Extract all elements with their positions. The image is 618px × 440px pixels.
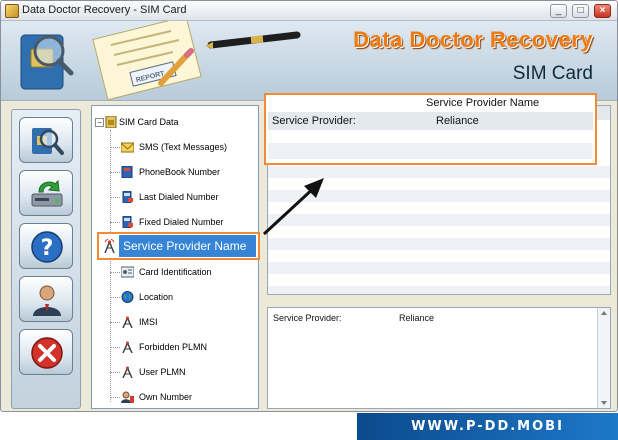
tree-label: SIM Card Data (119, 117, 179, 127)
grid-scrollbar-corner[interactable] (596, 106, 610, 120)
tree-item-last-dialed[interactable]: Last Dialed Number (92, 187, 258, 207)
header-banner: REPORT Data Doctor Recovery SIM Card (1, 21, 617, 101)
tower-icon (122, 341, 133, 353)
globe-icon (121, 291, 134, 303)
exit-button[interactable] (19, 329, 73, 375)
tree-label: Own Number (139, 392, 193, 402)
grid-row (268, 286, 610, 294)
detail-key: Service Provider: (273, 313, 342, 323)
tree-label: SMS (Text Messages) (139, 142, 228, 152)
banner-illustration: REPORT (20, 21, 301, 100)
tree-label: Forbidden PLMN (139, 342, 208, 352)
tree-item-forbidden-plmn[interactable]: Forbidden PLMN (92, 337, 258, 357)
phone-icon (122, 191, 133, 203)
grid-row (268, 250, 610, 262)
detail-scrollbar[interactable] (597, 308, 610, 408)
sim-magnifier-icon (32, 128, 64, 155)
save-drive-icon (31, 179, 63, 207)
help-icon: ? (31, 231, 63, 263)
tree-root-sim-card-data[interactable]: − SIM Card Data (92, 112, 258, 132)
cell-value: Reliance (436, 115, 479, 127)
scroll-up-icon[interactable] (601, 311, 607, 315)
about-button[interactable] (19, 276, 73, 322)
sim-card-icon (105, 116, 117, 128)
tree-item-card-identification[interactable]: Card Identification (92, 262, 258, 282)
brand-title: Data Doctor Recovery (353, 27, 593, 52)
tree-label: User PLMN (139, 367, 186, 377)
detail-textbox[interactable]: Service Provider: Reliance (267, 307, 611, 409)
tree-label: PhoneBook Number (139, 167, 221, 177)
tree-item-imsi[interactable]: IMSI (92, 312, 258, 332)
tree-item-service-provider-name[interactable]: Service Provider Name (97, 232, 260, 260)
maximize-button[interactable]: □ (572, 4, 589, 18)
tree-label: Last Dialed Number (139, 192, 219, 202)
column-header[interactable]: Service Provider Name (266, 95, 595, 112)
tree-label: Card Identification (139, 267, 212, 277)
id-card-icon (121, 266, 134, 278)
sidebar: ? (11, 109, 81, 409)
tree-label: Location (139, 292, 174, 302)
tower-icon (122, 366, 133, 378)
title-bar: Data Doctor Recovery - SIM Card _ □ × (1, 1, 617, 21)
tree-item-phonebook[interactable]: PhoneBook Number (92, 162, 258, 182)
collapse-toggle[interactable]: − (95, 118, 104, 127)
tower-icon (122, 316, 133, 328)
tree-label: IMSI (139, 317, 158, 327)
grid-row (268, 262, 610, 274)
user-icon (33, 285, 61, 316)
close-button[interactable]: × (594, 4, 611, 18)
website-badge[interactable]: WWW.P-DD.MOBI (357, 413, 618, 440)
column-header-label: Service Provider Name (426, 97, 540, 109)
tree-item-location[interactable]: Location (92, 287, 258, 307)
search-sim-button[interactable] (19, 117, 73, 163)
tree-item-fixed-dialed[interactable]: Fixed Dialed Number (92, 212, 258, 232)
svg-text:?: ? (41, 236, 54, 261)
close-icon (31, 337, 63, 369)
tree-label-selected: Service Provider Name (123, 239, 247, 253)
window-title: Data Doctor Recovery - SIM Card (22, 4, 187, 16)
product-name: SIM Card (512, 63, 593, 84)
minimize-button[interactable]: _ (550, 4, 567, 18)
app-icon (5, 4, 19, 18)
phone-icon (122, 216, 133, 228)
tree-label: Fixed Dialed Number (139, 217, 224, 227)
tower-icon (104, 239, 115, 253)
cell-key: Service Provider: (272, 115, 356, 127)
grid-row (268, 274, 610, 286)
help-button[interactable]: ? (19, 223, 73, 269)
tree-item-sms[interactable]: SMS (Text Messages) (92, 137, 258, 157)
save-button[interactable] (19, 170, 73, 216)
detail-value: Reliance (399, 313, 435, 323)
pen-icon (205, 31, 301, 49)
envelope-icon (121, 142, 134, 153)
scroll-down-icon[interactable] (601, 401, 607, 405)
user-phone-icon (121, 391, 134, 403)
tree-item-user-plmn[interactable]: User PLMN (92, 362, 258, 382)
phonebook-icon (121, 166, 133, 178)
column-callout: Service Provider Name Service Provider: … (264, 93, 597, 165)
grid-row (268, 143, 593, 159)
tree-item-own-number[interactable]: Own Number (92, 387, 258, 407)
website-url: WWW.P-DD.MOBI (411, 419, 564, 434)
pointer-arrow (262, 178, 324, 236)
